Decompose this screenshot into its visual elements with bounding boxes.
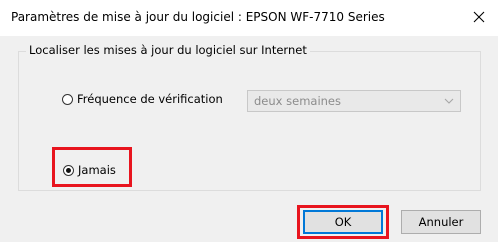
frequency-select-value: deux semaines	[254, 94, 341, 108]
close-icon	[473, 11, 485, 23]
chevron-down-icon	[444, 98, 454, 104]
update-settings-dialog: Paramètres de mise à jour du logiciel : …	[0, 0, 498, 242]
radio-frequency-label: Fréquence de vérification	[77, 92, 223, 106]
group-legend: Localiser les mises à jour du logiciel s…	[26, 43, 310, 57]
cancel-button[interactable]: Annuler	[401, 210, 481, 234]
radio-frequency[interactable]	[62, 93, 73, 105]
radio-frequency-option[interactable]: Fréquence de vérification	[62, 92, 223, 106]
window-title: Paramètres de mise à jour du logiciel : …	[11, 10, 385, 24]
highlight-never-option	[52, 147, 132, 187]
close-button[interactable]	[464, 2, 494, 32]
highlight-ok-button	[297, 205, 389, 239]
frequency-select[interactable]: deux semaines	[247, 90, 461, 112]
title-bar: Paramètres de mise à jour du logiciel : …	[0, 0, 498, 36]
